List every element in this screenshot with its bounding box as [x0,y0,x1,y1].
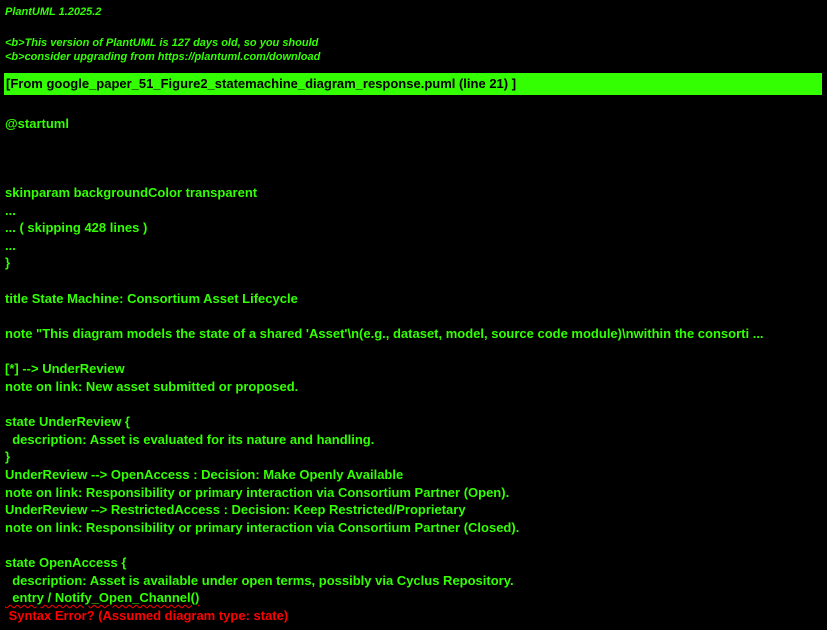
plantuml-version: PlantUML 1.2025.2 [5,6,102,18]
source-file-label: [From google_paper_51_Figure2_statemachi… [6,76,517,91]
code-line-note: note "This diagram models the state of a… [5,326,764,341]
upgrade-notice-line-2: <b>consider upgrading from https://plant… [5,51,321,63]
code-line-note-on-link: note on link: New asset submitted or pro… [5,379,299,394]
source-file-banner: [From google_paper_51_Figure2_statemachi… [4,73,822,95]
code-line-startuml: @startuml [5,116,69,131]
code-line-close-brace: } [5,255,11,270]
code-line-skinparam: skinparam backgroundColor transparent [5,185,258,200]
code-line-transition-restricted: UnderReview --> RestrictedAccess : Decis… [5,502,466,517]
code-line-initial-transition: [*] --> UnderReview [5,361,125,376]
code-line-note-on-link: note on link: Responsibility or primary … [5,520,520,535]
code-line-state-underreview: state UnderReview { [5,414,130,429]
code-line-entry-error: entry / Notify_Open_Channel() [5,590,200,605]
code-line-transition-open: UnderReview --> OpenAccess : Decision: M… [5,467,404,482]
code-line-description: description: Asset is evaluated for its … [5,432,375,447]
code-line-close-brace: } [5,449,11,464]
code-line-ellipsis: ... [5,238,16,253]
syntax-error-message: Syntax Error? (Assumed diagram type: sta… [5,608,289,623]
code-line-ellipsis: ... [5,203,16,218]
code-line-title: title State Machine: Consortium Asset Li… [5,291,298,306]
code-line-note-on-link: note on link: Responsibility or primary … [5,485,510,500]
code-line-skipping: ... ( skipping 428 lines ) [5,220,148,235]
code-line-description: description: Asset is available under op… [5,573,514,588]
code-line-state-openaccess: state OpenAccess { [5,555,127,570]
upgrade-notice-line-1: <b>This version of PlantUML is 127 days … [5,37,319,49]
